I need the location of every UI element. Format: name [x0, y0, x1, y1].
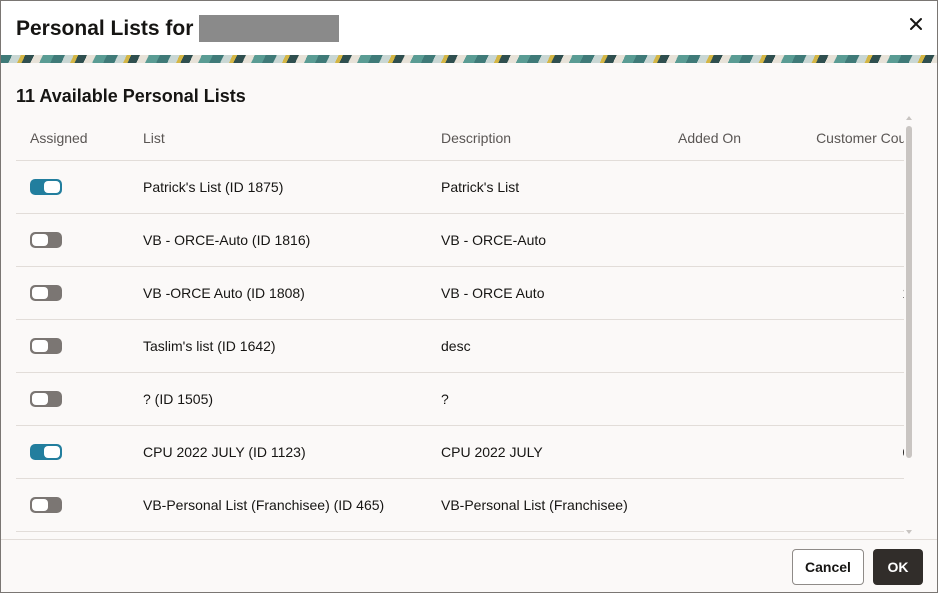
- assigned-toggle[interactable]: [30, 497, 62, 513]
- table-row[interactable]: VB-Personal List (Franchisee) (ID 465) VB…: [16, 478, 904, 532]
- personal-lists-dialog: Personal Lists for 11 Available Personal…: [0, 0, 938, 593]
- dialog-title-text: Personal Lists for: [16, 16, 194, 40]
- assigned-toggle[interactable]: [30, 444, 62, 460]
- added-on-cell: [678, 478, 778, 532]
- scroll-thumb[interactable]: [906, 126, 912, 458]
- column-header-assigned[interactable]: Assigned: [16, 116, 143, 161]
- toggle-knob: [32, 234, 48, 246]
- scroll-up-arrow-icon[interactable]: [906, 116, 912, 120]
- description-cell: desc: [441, 319, 678, 373]
- ok-button[interactable]: OK: [873, 549, 923, 585]
- cancel-button[interactable]: Cancel: [792, 549, 864, 585]
- column-header-added-on[interactable]: Added On: [678, 116, 778, 161]
- added-on-cell: [678, 319, 778, 373]
- toggle-knob: [32, 393, 48, 405]
- added-on-cell: [678, 160, 778, 214]
- description-cell: CPU 2022 JULY: [441, 425, 678, 479]
- list-name-cell: ? (ID 1505): [143, 372, 441, 426]
- redacted-customer-name: [199, 15, 340, 42]
- assigned-toggle[interactable]: [30, 338, 62, 354]
- description-cell: ?: [441, 372, 678, 426]
- toggle-knob: [32, 287, 48, 299]
- table-scrollbar[interactable]: [905, 116, 913, 534]
- description-cell: Patrick's List: [441, 160, 678, 214]
- scroll-track[interactable]: [905, 124, 913, 527]
- available-lists-heading: 11 Available Personal Lists: [16, 86, 246, 106]
- list-name-cell: VB-Personal List (Franchisee) (ID 465): [143, 478, 441, 532]
- assigned-toggle[interactable]: [30, 285, 62, 301]
- assigned-toggle[interactable]: [30, 179, 62, 195]
- assigned-toggle[interactable]: [30, 391, 62, 407]
- assigned-cell: [16, 266, 143, 320]
- column-header-customer-count[interactable]: Customer Count: [778, 116, 904, 161]
- customer-count-cell: 6: [778, 319, 904, 373]
- assigned-cell: [16, 213, 143, 267]
- assigned-toggle[interactable]: [30, 232, 62, 248]
- customer-count-cell: 2: [778, 372, 904, 426]
- assigned-cell: [16, 425, 143, 479]
- table-row[interactable]: VB -ORCE Auto (ID 1808)VB - ORCE Auto 12: [16, 266, 904, 320]
- column-header-description[interactable]: Description: [441, 116, 678, 161]
- table-row[interactable]: Taslim's list (ID 1642)desc 6: [16, 319, 904, 373]
- toggle-knob: [44, 446, 60, 458]
- added-on-cell: [678, 213, 778, 267]
- decorative-banner: [1, 55, 937, 63]
- customer-count-cell: 66: [778, 425, 904, 479]
- description-cell: VB - ORCE-Auto: [441, 213, 678, 267]
- toggle-knob: [32, 340, 48, 352]
- table-row[interactable]: CPU 2022 JULY (ID 1123)CPU 2022 JULY 66: [16, 425, 904, 479]
- assigned-cell: [16, 319, 143, 373]
- table-row[interactable]: VB - ORCE-Auto (ID 1816)VB - ORCE-Auto 3: [16, 213, 904, 267]
- personal-lists-table-container[interactable]: Assigned List Description Added On Custo…: [16, 116, 904, 534]
- list-name-cell: Taslim's list (ID 1642): [143, 319, 441, 373]
- column-header-list[interactable]: List: [143, 116, 441, 161]
- table-header-row: Assigned List Description Added On Custo…: [16, 116, 904, 161]
- customer-count-cell: 3: [778, 160, 904, 214]
- customer-count-cell: 12: [778, 266, 904, 320]
- table-row[interactable]: ? (ID 1505)? 2: [16, 372, 904, 426]
- scroll-down-arrow-icon[interactable]: [906, 530, 912, 534]
- personal-lists-table: Assigned List Description Added On Custo…: [16, 116, 904, 532]
- table-row[interactable]: Patrick's List (ID 1875)Patrick's List 3: [16, 160, 904, 214]
- list-name-cell: VB -ORCE Auto (ID 1808): [143, 266, 441, 320]
- customer-count-cell: 3: [778, 213, 904, 267]
- assigned-cell: [16, 160, 143, 214]
- dialog-title: Personal Lists for: [16, 15, 340, 42]
- list-name-cell: CPU 2022 JULY (ID 1123): [143, 425, 441, 479]
- list-name-cell: Patrick's List (ID 1875): [143, 160, 441, 214]
- toggle-knob: [44, 181, 60, 193]
- close-button[interactable]: [905, 13, 927, 35]
- table-body: Patrick's List (ID 1875)Patrick's List3V…: [16, 160, 904, 532]
- description-cell: VB - ORCE Auto: [441, 266, 678, 320]
- added-on-cell: [678, 372, 778, 426]
- added-on-cell: [678, 425, 778, 479]
- assigned-cell: [16, 372, 143, 426]
- toggle-knob: [32, 499, 48, 511]
- close-icon: [910, 18, 922, 30]
- description-cell: VB-Personal List (Franchisee): [441, 478, 678, 532]
- dialog-footer: Cancel OK: [1, 539, 937, 592]
- list-name-cell: VB - ORCE-Auto (ID 1816): [143, 213, 441, 267]
- customer-count-cell: 11: [778, 478, 904, 532]
- added-on-cell: [678, 266, 778, 320]
- assigned-cell: [16, 478, 143, 532]
- dialog-header: Personal Lists for: [1, 1, 937, 55]
